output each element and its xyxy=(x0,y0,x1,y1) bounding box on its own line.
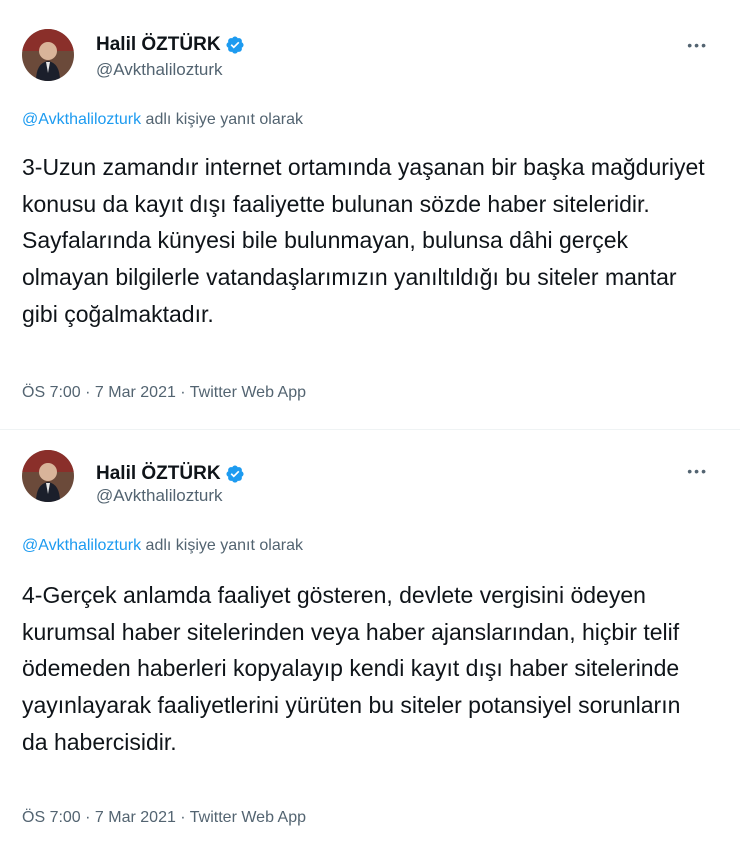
reply-context-suffix: adlı kişiye yanıt olarak xyxy=(141,537,303,554)
reply-context-suffix: adlı kişiye yanıt olarak xyxy=(141,111,303,128)
tweet-meta[interactable]: ÖS 7:00 · 7 Mar 2021 · Twitter Web App xyxy=(22,809,306,827)
author-name[interactable]: Halil ÖZTÜRK xyxy=(96,463,221,485)
avatar[interactable] xyxy=(22,29,74,81)
avatar-photo xyxy=(22,29,74,81)
tweet-text: 3-Uzun zamandır internet ortamında yaşan… xyxy=(22,154,705,327)
reply-mention-link[interactable]: @Avkthalilozturk xyxy=(22,111,141,128)
verified-badge-icon xyxy=(226,36,244,54)
author-row: Halil ÖZTÜRK xyxy=(96,34,245,56)
author-handle[interactable]: @Avkthalilozturk xyxy=(96,486,223,506)
verified-badge-icon xyxy=(226,465,244,483)
author-row: Halil ÖZTÜRK xyxy=(96,463,245,485)
more-options-icon[interactable]: ••• xyxy=(687,37,708,53)
tweet-text: 4-Gerçek anlamda faaliyet gösteren, devl… xyxy=(22,582,681,755)
tweet-meta[interactable]: ÖS 7:00 · 7 Mar 2021 · Twitter Web App xyxy=(22,384,306,402)
tweet-1[interactable]: Halil ÖZTÜRK @Avkthalilozturk ••• @Avkth… xyxy=(0,0,740,430)
author-name[interactable]: Halil ÖZTÜRK xyxy=(96,34,221,56)
avatar-photo xyxy=(22,450,74,502)
reply-context: @Avkthalilozturk adlı kişiye yanıt olara… xyxy=(22,537,303,555)
author-handle[interactable]: @Avkthalilozturk xyxy=(96,60,223,80)
more-options-icon[interactable]: ••• xyxy=(687,463,708,479)
avatar[interactable] xyxy=(22,450,74,502)
tweet-2[interactable]: Halil ÖZTÜRK @Avkthalilozturk ••• @Avkth… xyxy=(0,430,740,868)
reply-mention-link[interactable]: @Avkthalilozturk xyxy=(22,537,141,554)
reply-context: @Avkthalilozturk adlı kişiye yanıt olara… xyxy=(22,111,303,129)
